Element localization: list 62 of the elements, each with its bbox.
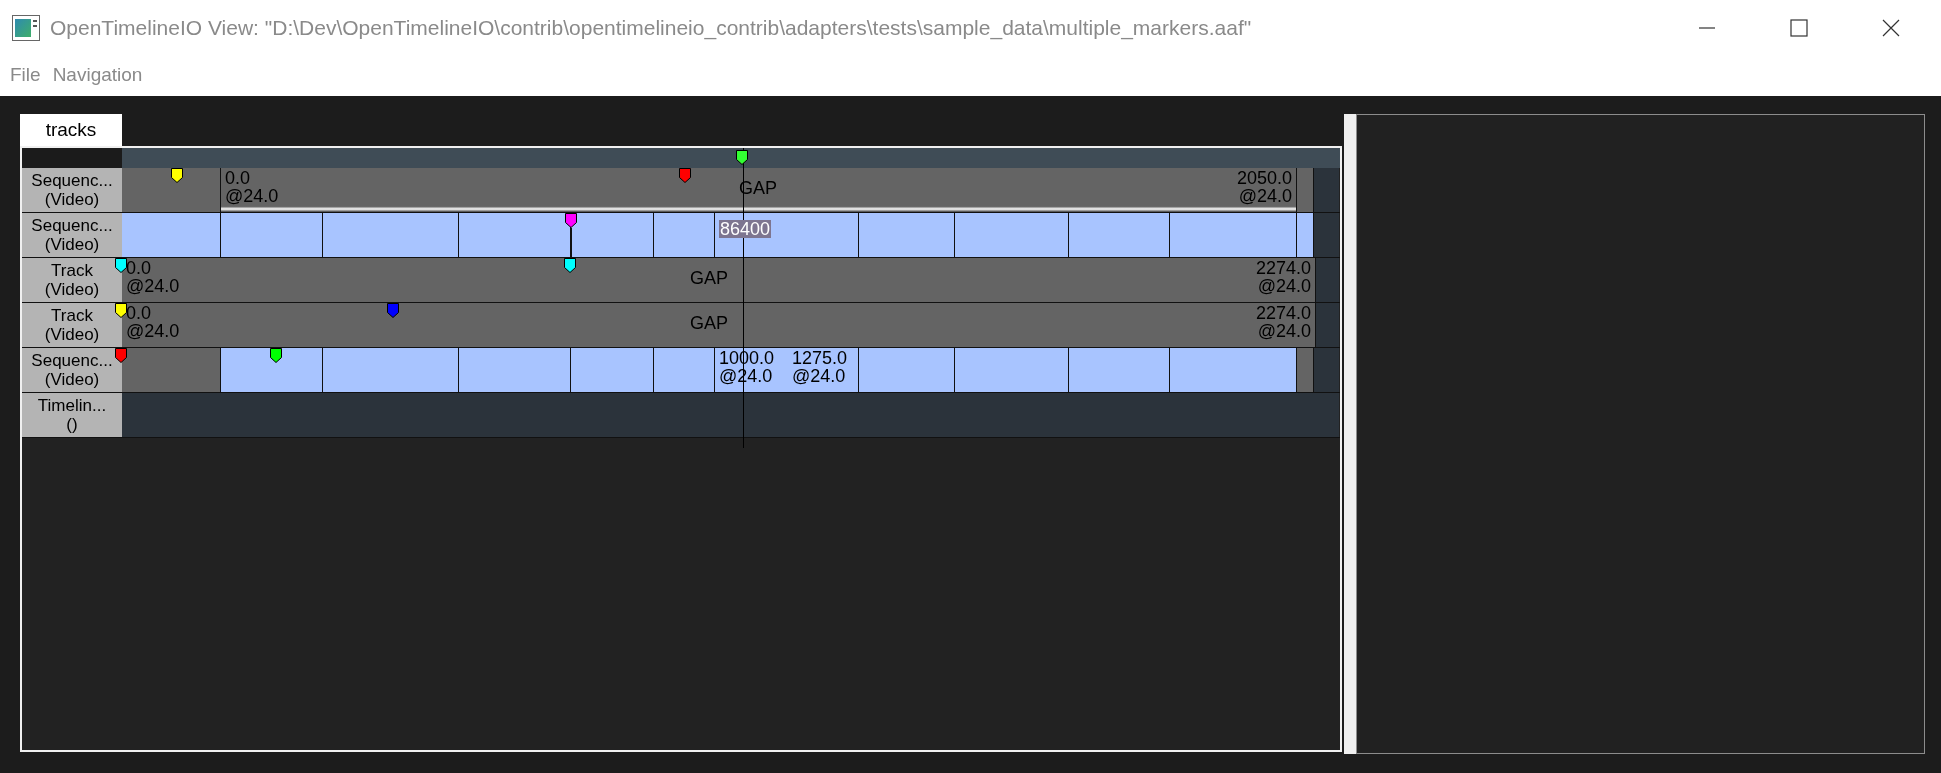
media-clip[interactable]	[221, 213, 323, 257]
menu-item[interactable]: Navigation	[46, 61, 149, 90]
clip-title: 86400	[719, 220, 772, 238]
marker-icon[interactable]	[115, 258, 127, 273]
marker-icon[interactable]	[115, 348, 127, 363]
media-clip[interactable]	[221, 348, 323, 392]
media-clip[interactable]	[955, 348, 1069, 392]
filler-clip[interactable]	[122, 348, 221, 392]
splitter-handle[interactable]	[1344, 114, 1356, 754]
clip-end-time: 2274.0 @24.0	[1255, 259, 1311, 295]
media-clip[interactable]	[859, 348, 955, 392]
gap-clip[interactable]: 0.0 @24.0 GAP 2274.0 @24.0	[122, 303, 1316, 347]
marker-icon[interactable]	[171, 168, 183, 183]
clip-title: GAP	[690, 314, 728, 332]
media-clip[interactable]	[323, 348, 459, 392]
marker-icon[interactable]	[387, 303, 399, 318]
playhead-line[interactable]	[743, 148, 744, 448]
gap-clip[interactable]: 0.0 @24.0 GAP 2274.0 @24.0	[122, 258, 1316, 302]
clip-end-time: 2274.0 @24.0	[1255, 304, 1311, 340]
close-icon	[1882, 18, 1900, 37]
marker-icon[interactable]	[270, 348, 282, 363]
clip-end-time: 2050.0 @24.0	[1236, 169, 1292, 205]
media-clip[interactable]	[955, 213, 1069, 257]
media-clip[interactable]	[571, 213, 654, 257]
marker-icon[interactable]	[564, 258, 576, 273]
media-clip[interactable]	[1297, 213, 1314, 257]
tab[interactable]: tracks	[20, 114, 122, 146]
media-clip[interactable]	[1069, 348, 1170, 392]
media-clip[interactable]	[654, 348, 715, 392]
media-clip[interactable]	[654, 213, 715, 257]
media-clip[interactable]	[1170, 348, 1297, 392]
clip-start-time: 0.0 @24.0	[126, 304, 180, 340]
media-clip[interactable]	[1170, 213, 1297, 257]
filler-clip[interactable]	[1297, 168, 1314, 212]
clip-start-time: 0.0 @24.0	[225, 169, 279, 205]
track-label[interactable]: Sequenc... (Video)	[22, 348, 122, 392]
marker-icon[interactable]	[565, 213, 577, 228]
media-clip[interactable]	[323, 213, 459, 257]
filler-clip[interactable]	[122, 168, 221, 212]
filler-clip[interactable]	[1297, 348, 1314, 392]
marker-icon[interactable]	[115, 303, 127, 318]
track-label[interactable]: Timelin... ()	[22, 393, 122, 437]
minimize-icon	[1698, 26, 1716, 29]
media-clip[interactable]	[1069, 213, 1170, 257]
media-clip[interactable]: 86400	[715, 213, 859, 257]
media-clip[interactable]	[459, 348, 571, 392]
media-clip[interactable]	[859, 213, 955, 257]
maximize-icon	[1790, 18, 1808, 37]
media-clip[interactable]	[459, 213, 571, 257]
marker-icon[interactable]	[679, 168, 691, 183]
window-title: OpenTimelineIO View: "D:\Dev\OpenTimelineIO\contrib\opentimelineio_contrib\adapters\tests\sample_data\multiple_markers.aaf"	[50, 14, 1252, 42]
track-label[interactable]: Sequenc... (Video)	[22, 168, 122, 212]
media-clip[interactable]	[571, 348, 654, 392]
clip-end-time: 1275.0 @24.0	[792, 349, 848, 385]
app-icon	[12, 14, 40, 41]
marker-icon[interactable]	[736, 150, 748, 165]
track-label[interactable]: Track (Video)	[22, 303, 122, 347]
clip-start-time: 0.0 @24.0	[126, 259, 180, 295]
clip-title: GAP	[690, 269, 728, 287]
track-label[interactable]: Sequenc... (Video)	[22, 213, 122, 257]
track-label[interactable]: Track (Video)	[22, 258, 122, 302]
media-clip[interactable]	[122, 213, 221, 257]
